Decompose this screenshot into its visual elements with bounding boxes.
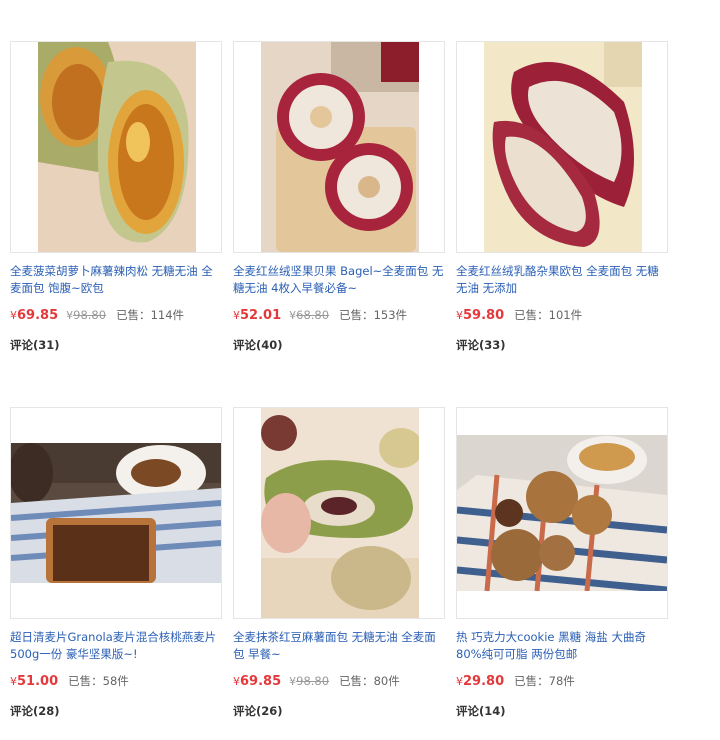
price-line: ¥69.85 ¥98.80 已售：80件 bbox=[233, 671, 445, 691]
current-price: 59.80 bbox=[463, 308, 505, 323]
price-line: ¥51.00 已售：58件 bbox=[10, 671, 222, 691]
price-line: ¥59.80 已售：101件 bbox=[456, 305, 668, 325]
comment-count: 40 bbox=[261, 338, 278, 352]
comment-count: 26 bbox=[261, 704, 278, 718]
product-image[interactable] bbox=[10, 407, 222, 619]
product-card: 热 巧克力大cookie 黑糖 海盐 大曲奇 80%纯可可脂 两份包邮 ¥29.… bbox=[456, 407, 668, 719]
product-title[interactable]: 热 巧克力大cookie 黑糖 海盐 大曲奇 80%纯可可脂 两份包邮 bbox=[456, 629, 668, 663]
product-card: 全麦红丝绒乳酪杂果欧包 全麦面包 无糖无油 无添加 ¥59.80 已售：101件 … bbox=[456, 41, 668, 353]
sold-unit: 件 bbox=[117, 674, 129, 688]
comment-label: 评论 bbox=[456, 704, 479, 718]
product-image[interactable] bbox=[456, 407, 668, 619]
price-line: ¥29.80 已售：78件 bbox=[456, 671, 668, 691]
sold-label: 已售： bbox=[339, 674, 374, 688]
sold-unit: 件 bbox=[563, 674, 575, 688]
comment-label: 评论 bbox=[233, 704, 256, 718]
sold-count: 114 bbox=[150, 308, 173, 322]
original-price: 98.80 bbox=[296, 674, 330, 688]
product-card: 全麦红丝绒坚果贝果 Bagel~全麦面包 无糖无油 4枚入早餐必备~ ¥52.0… bbox=[233, 41, 445, 353]
product-card: 超日清麦片Granola麦片混合核桃燕麦片500g一份 豪华坚果版~! ¥51.… bbox=[10, 407, 222, 719]
currency-symbol: ¥ bbox=[10, 309, 17, 322]
product-image[interactable] bbox=[233, 407, 445, 619]
comments-link[interactable]: 评论(28) bbox=[10, 703, 222, 719]
current-price: 69.85 bbox=[240, 674, 282, 689]
currency-symbol: ¥ bbox=[233, 309, 240, 322]
original-price: 68.80 bbox=[296, 308, 330, 322]
sold-count: 153 bbox=[373, 308, 396, 322]
current-price: 51.00 bbox=[17, 674, 59, 689]
red-velvet-loaf-photo bbox=[484, 42, 642, 252]
currency-symbol: ¥ bbox=[10, 675, 17, 688]
sold-label: 已售： bbox=[116, 308, 151, 322]
comments-link[interactable]: 评论(26) bbox=[233, 703, 445, 719]
comment-label: 评论 bbox=[10, 338, 33, 352]
red-velvet-bagel-photo bbox=[261, 42, 419, 252]
sold-label: 已售： bbox=[339, 308, 374, 322]
product-image[interactable] bbox=[456, 41, 668, 253]
currency-symbol: ¥ bbox=[233, 675, 240, 688]
comments-link[interactable]: 评论(40) bbox=[233, 337, 445, 353]
product-title[interactable]: 全麦红丝绒乳酪杂果欧包 全麦面包 无糖无油 无添加 bbox=[456, 263, 668, 297]
comment-count: 33 bbox=[484, 338, 501, 352]
sold-label: 已售： bbox=[68, 674, 103, 688]
spinach-bread-photo bbox=[38, 42, 196, 252]
current-price: 52.01 bbox=[240, 308, 282, 323]
sold-label: 已售： bbox=[514, 674, 549, 688]
sold-unit: 件 bbox=[570, 308, 583, 322]
cookie-photo bbox=[457, 435, 667, 591]
sold-unit: 件 bbox=[388, 674, 400, 688]
sold-count: 78 bbox=[548, 674, 564, 688]
product-image[interactable] bbox=[10, 41, 222, 253]
comment-count: 28 bbox=[38, 704, 55, 718]
product-title[interactable]: 全麦菠菜胡萝卜麻薯辣肉松 无糖无油 全麦面包 饱腹~欧包 bbox=[10, 263, 222, 297]
original-price: 98.80 bbox=[73, 308, 107, 322]
comment-label: 评论 bbox=[456, 338, 479, 352]
current-price: 29.80 bbox=[463, 674, 505, 689]
product-title[interactable]: 全麦红丝绒坚果贝果 Bagel~全麦面包 无糖无油 4枚入早餐必备~ bbox=[233, 263, 445, 297]
product-title[interactable]: 超日清麦片Granola麦片混合核桃燕麦片500g一份 豪华坚果版~! bbox=[10, 629, 222, 663]
comments-link[interactable]: 评论(33) bbox=[456, 337, 668, 353]
comment-count: 31 bbox=[38, 338, 55, 352]
currency-symbol: ¥ bbox=[456, 675, 463, 688]
comment-label: 评论 bbox=[10, 704, 33, 718]
currency-symbol: ¥ bbox=[456, 309, 463, 322]
sold-count: 80 bbox=[373, 674, 389, 688]
comments-link[interactable]: 评论(14) bbox=[456, 703, 668, 719]
price-line: ¥52.01 ¥68.80 已售：153件 bbox=[233, 305, 445, 325]
sold-unit: 件 bbox=[395, 308, 408, 322]
product-title[interactable]: 全麦抹茶红豆麻薯面包 无糖无油 全麦面包 早餐~ bbox=[233, 629, 445, 663]
product-card: 全麦抹茶红豆麻薯面包 无糖无油 全麦面包 早餐~ ¥69.85 ¥98.80 已售：… bbox=[233, 407, 445, 719]
sold-count: 58 bbox=[102, 674, 118, 688]
sold-unit: 件 bbox=[172, 308, 185, 322]
price-line: ¥69.85 ¥98.80 已售：114件 bbox=[10, 305, 222, 325]
comment-count: 14 bbox=[484, 704, 501, 718]
product-card: 全麦菠菜胡萝卜麻薯辣肉松 无糖无油 全麦面包 饱腹~欧包 ¥69.85 ¥98.8… bbox=[10, 41, 222, 353]
product-image[interactable] bbox=[233, 41, 445, 253]
granola-photo bbox=[11, 443, 221, 583]
sold-label: 已售： bbox=[514, 308, 549, 322]
comments-link[interactable]: 评论(31) bbox=[10, 337, 222, 353]
comment-label: 评论 bbox=[233, 338, 256, 352]
current-price: 69.85 bbox=[17, 308, 59, 323]
matcha-bread-photo bbox=[261, 408, 419, 618]
sold-count: 101 bbox=[548, 308, 571, 322]
